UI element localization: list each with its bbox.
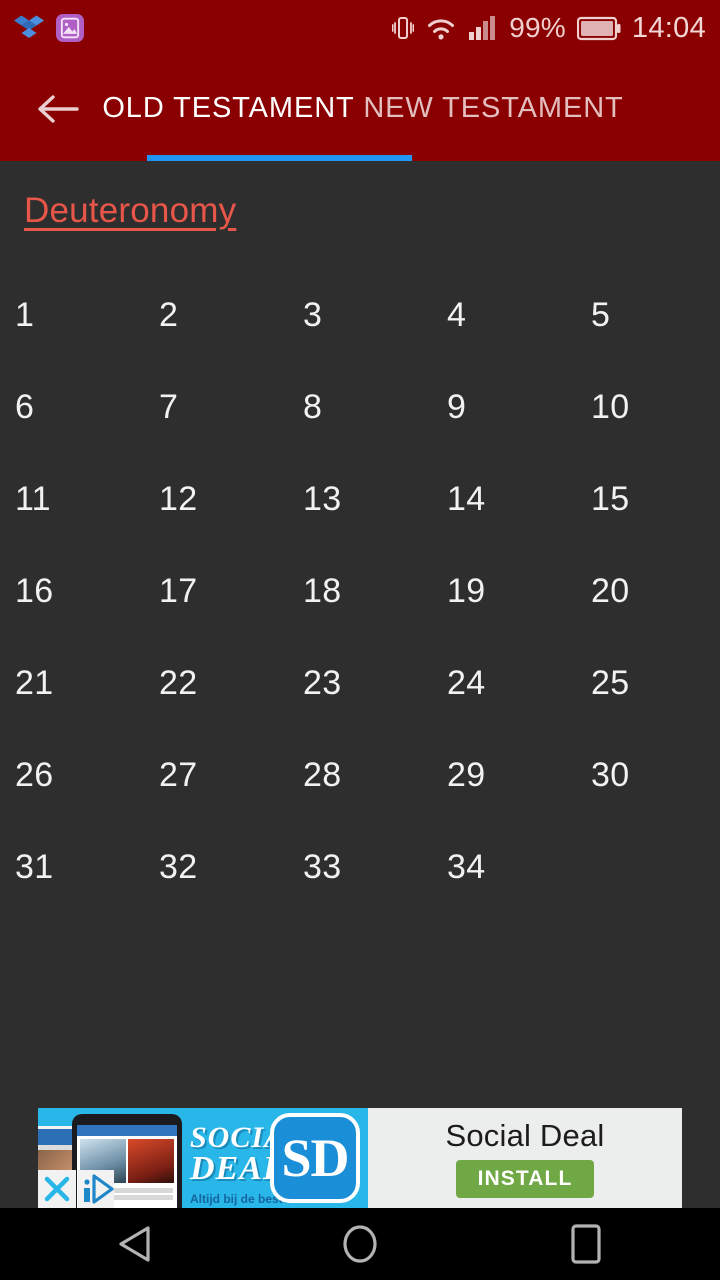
status-bar-indicators: 99% 14:04 (392, 11, 706, 44)
app-bar: OLD TESTAMENT NEW TESTAMENT (0, 56, 720, 161)
ad-controls[interactable] (38, 1170, 114, 1208)
chapter-cell[interactable]: 25 (591, 637, 720, 729)
back-button[interactable] (22, 73, 94, 145)
arrow-left-icon (37, 92, 79, 126)
ad-title: Social Deal (445, 1118, 605, 1153)
ad-install-button[interactable]: INSTALL (455, 1160, 595, 1198)
chapter-cell[interactable]: 31 (15, 821, 159, 913)
chapter-cell[interactable]: 8 (303, 361, 447, 453)
vibrate-icon (392, 14, 415, 42)
chapter-grid: 1 2 3 4 5 6 7 8 9 10 11 12 13 14 15 16 1… (0, 269, 720, 913)
chapter-cell[interactable]: 26 (15, 729, 159, 821)
chapter-cell[interactable]: 3 (303, 269, 447, 361)
chapter-cell[interactable]: 30 (591, 729, 720, 821)
chapter-cell[interactable]: 33 (303, 821, 447, 913)
chapter-cell[interactable]: 13 (303, 453, 447, 545)
back-nav-button[interactable] (96, 1215, 172, 1273)
wifi-icon (425, 15, 457, 41)
chapter-cell[interactable]: 17 (159, 545, 303, 637)
chapter-cell[interactable]: 11 (15, 453, 159, 545)
chapter-list-panel: Deuteronomy 1 2 3 4 5 6 7 8 9 10 11 12 1… (0, 161, 720, 1108)
triangle-back-icon (117, 1225, 151, 1263)
chapter-cell[interactable]: 5 (591, 269, 720, 361)
battery-icon (576, 16, 621, 41)
ad-logo-text: SD (281, 1128, 349, 1188)
chapter-cell[interactable]: 9 (447, 361, 591, 453)
chapter-cell[interactable]: 2 (159, 269, 303, 361)
home-nav-button[interactable] (322, 1215, 398, 1273)
chapter-cell[interactable]: 22 (159, 637, 303, 729)
adchoices-icon[interactable] (78, 1170, 114, 1208)
chapter-cell[interactable]: 1 (15, 269, 159, 361)
chapter-cell[interactable]: 23 (303, 637, 447, 729)
square-recents-icon (570, 1224, 602, 1264)
chapter-cell[interactable]: 6 (15, 361, 159, 453)
chapter-cell[interactable]: 10 (591, 361, 720, 453)
chapter-cell[interactable]: 4 (447, 269, 591, 361)
chapter-cell[interactable]: 32 (159, 821, 303, 913)
status-bar-clock: 14:04 (631, 11, 706, 44)
status-bar-notifications (14, 13, 84, 43)
chapter-cell[interactable]: 20 (591, 545, 720, 637)
circle-home-icon (341, 1223, 379, 1265)
chapter-cell[interactable]: 34 (447, 821, 591, 913)
chapter-cell[interactable]: 19 (447, 545, 591, 637)
dropbox-icon (14, 13, 44, 43)
ad-logo: SD (270, 1113, 360, 1203)
book-title[interactable]: Deuteronomy (24, 191, 236, 231)
chapter-cell[interactable]: 21 (15, 637, 159, 729)
tab-bar: OLD TESTAMENT NEW TESTAMENT (94, 56, 626, 161)
chapter-cell[interactable]: 28 (303, 729, 447, 821)
status-bar: 99% 14:04 (0, 0, 720, 56)
signal-icon (468, 15, 498, 41)
ad-info-panel: Social Deal INSTALL (368, 1108, 682, 1208)
chapter-cell[interactable]: 29 (447, 729, 591, 821)
chapter-cell[interactable]: 27 (159, 729, 303, 821)
chapter-cell[interactable]: 7 (159, 361, 303, 453)
chapter-cell[interactable]: 15 (591, 453, 720, 545)
chapter-cell-empty (591, 821, 720, 913)
chapter-cell[interactable]: 24 (447, 637, 591, 729)
ad-inner[interactable]: SOCIAL DEAL Altijd bij de beste SD Socia… (38, 1108, 682, 1208)
ad-banner[interactable]: SOCIAL DEAL Altijd bij de beste SD Socia… (0, 1108, 720, 1208)
gallery-icon (56, 14, 84, 42)
android-nav-bar (0, 1208, 720, 1280)
close-x-icon[interactable] (38, 1170, 76, 1208)
chapter-cell[interactable]: 14 (447, 453, 591, 545)
recents-nav-button[interactable] (548, 1215, 624, 1273)
tab-old-testament[interactable]: OLD TESTAMENT (96, 56, 361, 161)
chapter-cell[interactable]: 16 (15, 545, 159, 637)
tab-new-testament[interactable]: NEW TESTAMENT (361, 56, 626, 161)
chapter-cell[interactable]: 12 (159, 453, 303, 545)
chapter-cell[interactable]: 18 (303, 545, 447, 637)
app-root: 99% 14:04 OLD TESTAMENT NEW TESTAMENT De… (0, 0, 720, 1280)
battery-percent-label: 99% (509, 12, 566, 43)
